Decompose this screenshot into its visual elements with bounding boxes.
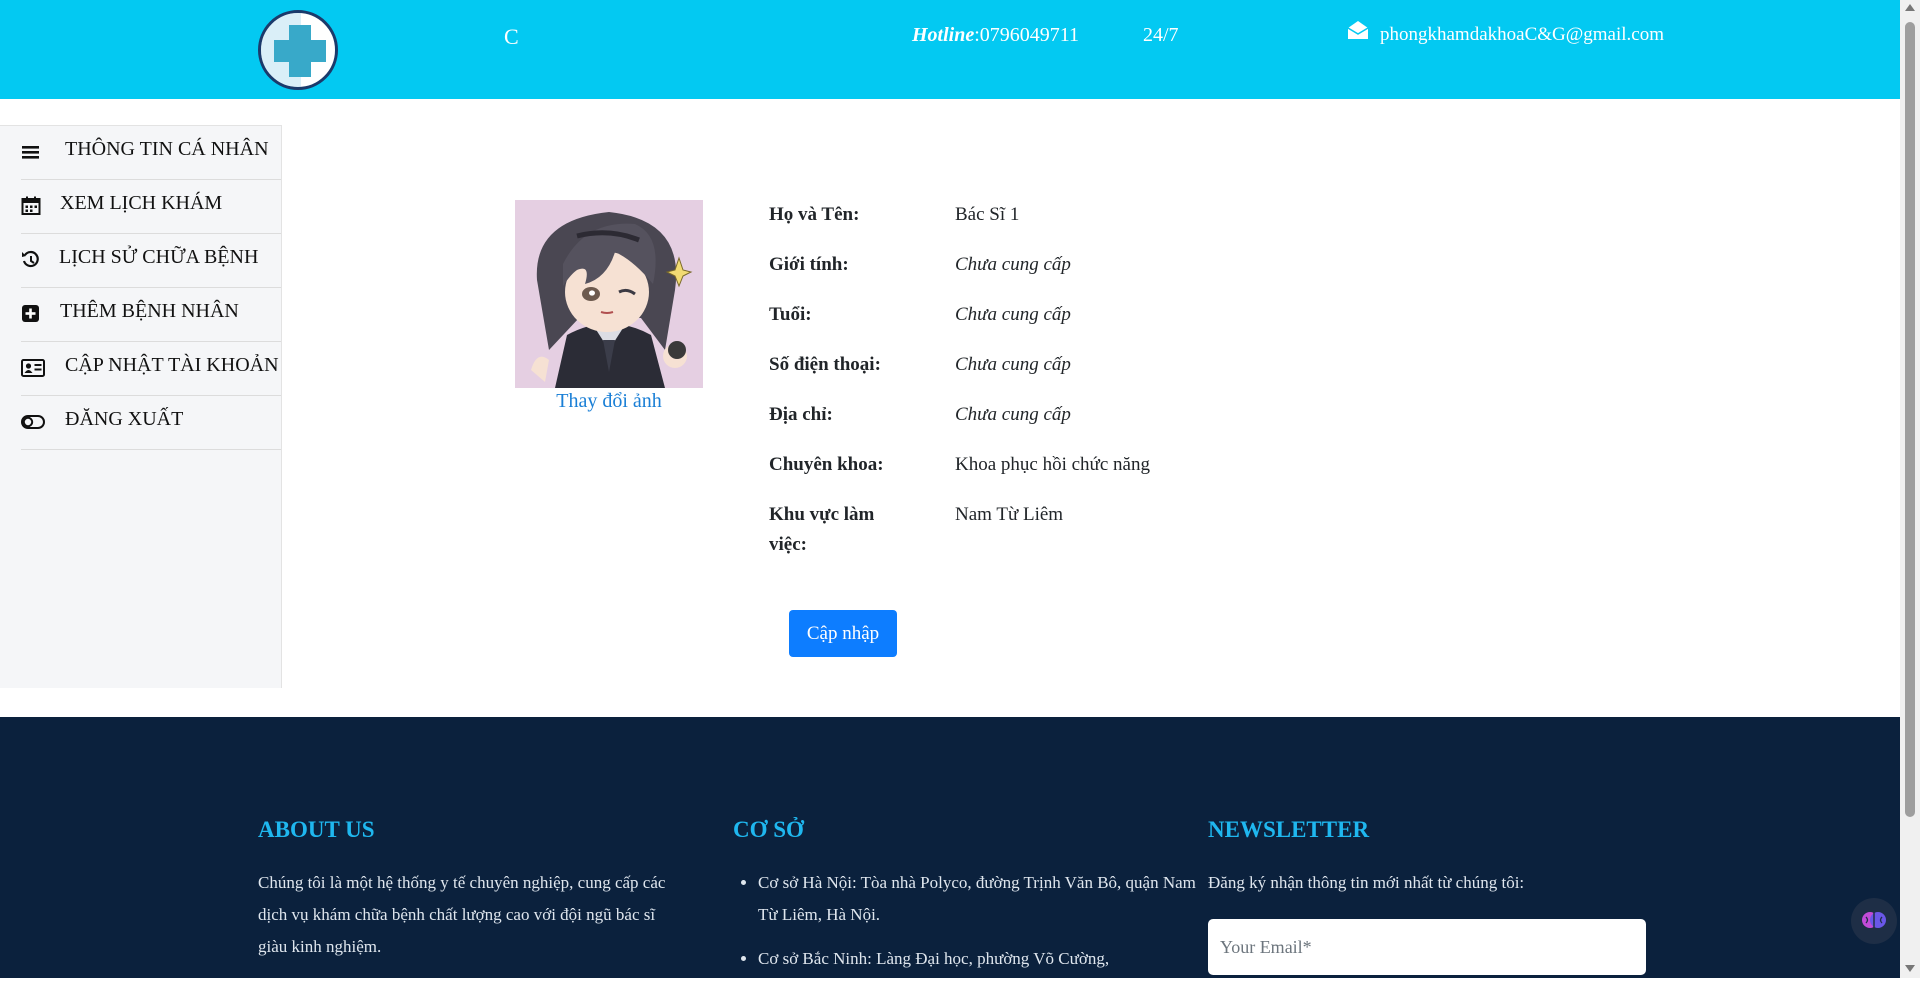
gender-value: Chưa cung cấp [955,254,1071,275]
gender-label: Giới tính: [769,254,849,275]
sidebar: THÔNG TIN CÁ NHÂN XEM LỊCH KHÁM LỊCH SỬ … [0,125,282,688]
toggle-icon [21,415,45,429]
header-fragment: C [504,24,519,49]
sidebar-item-appointments[interactable]: XEM LỊCH KHÁM [21,180,281,234]
page-scrollbar[interactable] [1900,0,1920,978]
specialty-value: Khoa phục hồi chức năng [955,454,1150,475]
id-card-icon [21,359,45,377]
site-footer: ABOUT US Chúng tôi là một hệ thống y tế … [0,717,1900,978]
branches-list: Cơ sở Hà Nội: Tòa nhà Polyco, đường Trịn… [733,867,1198,987]
scrollbar-thumb[interactable] [1905,22,1915,817]
about-text: Chúng tôi là một hệ thống y tế chuyên ng… [258,873,666,956]
envelope-open-icon [1347,21,1369,39]
sidebar-item-label: ĐĂNG XUẤT [65,408,184,430]
sidebar-item-update-account[interactable]: CẬP NHẬT TÀI KHOẢN [21,342,281,396]
newsletter-title: NEWSLETTER [1208,817,1370,842]
brain-icon [1862,912,1886,928]
list-item: Cơ sở Bắc Ninh: Làng Đại học, phường Võ … [758,943,1198,975]
about-title: ABOUT US [258,817,375,842]
newsletter-text: Đăng ký nhận thông tin mới nhất từ chúng… [1208,873,1525,892]
age-value: Chưa cung cấp [955,304,1071,325]
age-label: Tuổi: [769,304,812,325]
specialty-label: Chuyên khoa: [769,454,884,475]
address-value: Chưa cung cấp [955,404,1071,425]
work-area-label: Khu vực làm việc: [769,504,875,555]
scroll-down-arrow-icon[interactable] [1905,965,1915,972]
clinic-logo[interactable] [258,10,338,90]
plus-square-icon [22,305,39,322]
profile-avatar [515,200,703,388]
hotline-number: :0796049711 [974,24,1080,46]
sidebar-item-logout[interactable]: ĐĂNG XUẤT [21,396,281,450]
sidebar-item-label: THÊM BỆNH NHÂN [60,300,239,322]
sidebar-item-label: XEM LỊCH KHÁM [60,192,223,214]
contact-email[interactable]: phongkhamdakhoaC&G@gmail.com [1380,24,1664,46]
avatar-illustration [515,200,703,388]
bars-icon [22,146,39,159]
phone-label: Số điện thoại: [769,354,881,375]
sidebar-item-label: LỊCH SỬ CHỮA BỆNH [59,246,259,268]
update-profile-button[interactable]: Cập nhập [789,610,897,657]
assistant-extension-button[interactable] [1851,898,1897,944]
calendar-icon [21,196,41,215]
sidebar-item-treatment-history[interactable]: LỊCH SỬ CHỮA BỆNH [21,234,281,288]
change-photo-link[interactable]: Thay đổi ảnh [515,390,703,413]
history-icon [22,250,39,268]
hotline-label: Hotline [912,24,975,46]
sidebar-item-add-patient[interactable]: THÊM BỆNH NHÂN [21,288,281,342]
sidebar-item-personal-info[interactable]: THÔNG TIN CÁ NHÂN [21,126,281,180]
work-area-value: Nam Từ Liêm [955,504,1064,525]
top-header: C Hotline:0796049711 24/7 phongkhamdakho… [0,0,1900,99]
scroll-up-arrow-icon[interactable] [1905,4,1915,11]
sidebar-item-label: THÔNG TIN CÁ NHÂN [65,138,269,160]
newsletter-email-input[interactable] [1208,919,1646,975]
hotline: Hotline:0796049711 [912,24,1079,47]
hours-text: 24/7 [1143,24,1179,46]
list-item: Cơ sở Hà Nội: Tòa nhà Polyco, đường Trịn… [758,867,1198,931]
sidebar-item-label: CẬP NHẬT TÀI KHOẢN [65,354,279,376]
branches-title: CƠ SỞ [733,817,804,842]
name-label: Họ và Tên: [769,204,860,225]
address-label: Địa chỉ: [769,404,833,425]
name-value: Bác Sĩ 1 [955,204,1020,225]
phone-value: Chưa cung cấp [955,354,1071,375]
